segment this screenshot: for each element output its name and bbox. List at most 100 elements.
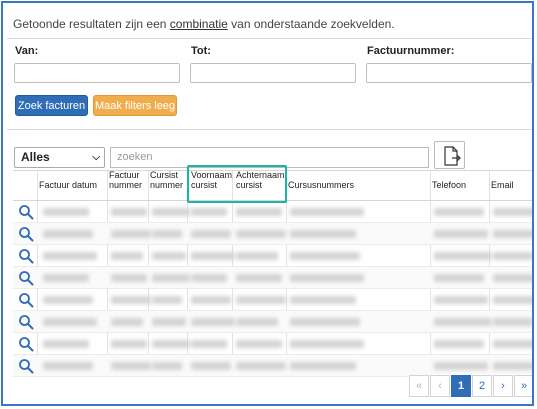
redacted-cell: [236, 230, 286, 238]
highlight-box: [187, 165, 287, 203]
redacted-cell: [152, 340, 190, 348]
col-header-factuur-datum[interactable]: Factuur datum: [39, 170, 97, 200]
redacted-cell: [111, 208, 147, 216]
redacted-cell: [111, 318, 143, 326]
intro-prefix: Getoonde resultaten zijn een: [13, 17, 167, 31]
divider: [7, 38, 532, 39]
records-filter-select[interactable]: Alles ⌵: [14, 147, 105, 168]
magnifier-icon[interactable]: [18, 204, 34, 220]
redacted-cell: [290, 252, 360, 260]
redacted-cell: [111, 296, 151, 304]
app-frame: Getoonde resultaten zijn een combinatie …: [1, 1, 534, 406]
col-header-cursusnummers[interactable]: Cursusnummers: [288, 170, 354, 200]
tot-label: Tot:: [191, 45, 211, 57]
redacted-cell: [493, 318, 532, 326]
redacted-cell: [191, 318, 235, 326]
redacted-cell: [191, 340, 227, 348]
redacted-cell: [191, 362, 231, 370]
magnifier-icon[interactable]: [18, 314, 34, 330]
redacted-cell: [152, 318, 186, 326]
redacted-cell: [290, 274, 364, 282]
redacted-cell: [434, 274, 484, 282]
table-row[interactable]: [13, 311, 532, 333]
next-page-button[interactable]: ›: [493, 375, 513, 397]
redacted-cell: [290, 318, 360, 326]
redacted-cell: [434, 296, 488, 304]
col-header-email[interactable]: Email: [491, 170, 514, 200]
redacted-cell: [111, 340, 147, 348]
export-button[interactable]: [434, 141, 465, 169]
redacted-cell: [43, 340, 89, 348]
col-header-factuur-nummer[interactable]: Factuur nummer: [109, 170, 142, 200]
page-1-button[interactable]: 1: [451, 375, 471, 397]
redacted-cell: [43, 274, 89, 282]
redacted-cell: [191, 296, 231, 304]
magnifier-icon[interactable]: [18, 292, 34, 308]
select-value: Alles: [21, 150, 50, 164]
factuurnummer-input[interactable]: [366, 63, 532, 83]
table-row[interactable]: [13, 245, 532, 267]
magnifier-icon[interactable]: [18, 270, 34, 286]
table-row[interactable]: [13, 333, 532, 355]
redacted-cell: [434, 340, 484, 348]
intro-emphasis: combinatie: [169, 17, 228, 31]
first-page-button[interactable]: «: [409, 375, 429, 397]
redacted-cell: [191, 252, 235, 260]
redacted-cell: [236, 274, 282, 282]
clear-filters-button[interactable]: Maak filters leeg: [93, 95, 177, 116]
factuurnummer-label: Factuurnummer:: [367, 45, 455, 57]
prev-page-button[interactable]: ‹: [430, 375, 450, 397]
redacted-cell: [152, 296, 182, 304]
redacted-cell: [236, 252, 278, 260]
redacted-cell: [152, 252, 186, 260]
van-date-input[interactable]: [14, 63, 180, 83]
redacted-cell: [43, 230, 93, 238]
magnifier-icon[interactable]: [18, 226, 34, 242]
magnifier-icon[interactable]: [18, 248, 34, 264]
redacted-cell: [236, 362, 286, 370]
magnifier-icon[interactable]: [18, 358, 34, 374]
search-invoices-button[interactable]: Zoek facturen: [15, 95, 88, 116]
redacted-cell: [493, 208, 532, 216]
tot-date-input[interactable]: [190, 63, 356, 83]
redacted-cell: [290, 296, 356, 304]
col-header-cursist-nummer[interactable]: Cursist nummer: [150, 170, 183, 200]
redacted-cell: [493, 252, 532, 260]
file-export-icon: [444, 146, 461, 166]
redacted-cell: [493, 362, 532, 370]
redacted-cell: [43, 252, 97, 260]
magnifier-icon[interactable]: [18, 336, 34, 352]
redacted-cell: [111, 252, 143, 260]
redacted-cell: [152, 274, 190, 282]
redacted-cell: [191, 274, 227, 282]
page-2-button[interactable]: 2: [472, 375, 492, 397]
chevron-down-icon: ⌵: [92, 152, 100, 163]
redacted-cell: [43, 208, 89, 216]
redacted-cell: [434, 208, 484, 216]
table-row[interactable]: [13, 289, 532, 311]
redacted-cell: [191, 230, 231, 238]
col-header-telefoon[interactable]: Telefoon: [432, 170, 466, 200]
redacted-cell: [493, 230, 532, 238]
redacted-cell: [111, 274, 147, 282]
redacted-cell: [152, 230, 182, 238]
van-label: Van:: [15, 45, 39, 57]
table-row[interactable]: [13, 267, 532, 289]
redacted-cell: [290, 362, 356, 370]
redacted-cell: [236, 318, 278, 326]
redacted-cell: [43, 296, 93, 304]
redacted-cell: [493, 340, 532, 348]
redacted-cell: [152, 208, 190, 216]
redacted-cell: [434, 230, 488, 238]
table-row[interactable]: [13, 223, 532, 245]
redacted-cell: [434, 252, 492, 260]
redacted-cell: [191, 208, 227, 216]
table-row[interactable]: [13, 201, 532, 223]
last-page-button[interactable]: »: [514, 375, 532, 397]
redacted-cell: [236, 208, 282, 216]
table-row[interactable]: [13, 355, 532, 377]
redacted-cell: [290, 340, 364, 348]
redacted-cell: [111, 230, 151, 238]
redacted-cell: [111, 362, 151, 370]
redacted-cell: [152, 362, 182, 370]
